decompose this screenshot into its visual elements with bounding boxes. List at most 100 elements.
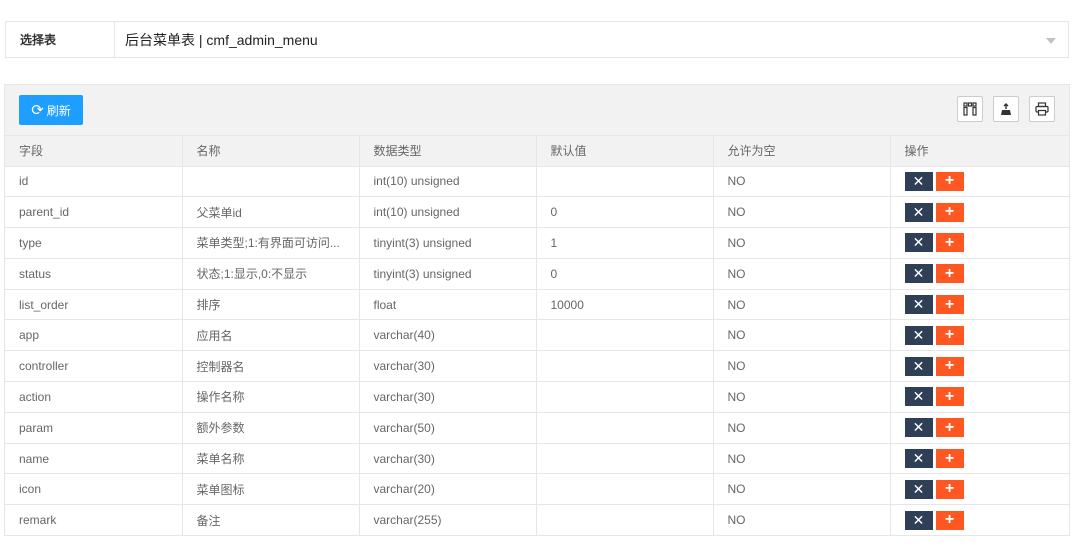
columns-icon[interactable] [957,96,983,122]
cell-data-type: int(10) unsigned [359,166,537,198]
cell-actions: ✕ + [890,504,1070,535]
table-row[interactable]: list_order 排序 float 10000 NO ✕ + [5,289,1070,321]
table-row[interactable]: id int(10) unsigned NO ✕ + [5,166,1070,198]
table-body: id int(10) unsigned NO ✕ + parent_id 父菜单id int(… [5,166,1070,535]
cell-name: 状态;1:显示,0:不显示 [182,258,360,290]
cell-name: 备注 [182,504,360,535]
table-row[interactable]: param 额外参数 varchar(50) NO ✕ + [5,412,1070,444]
delete-field-button[interactable]: ✕ [904,295,933,315]
delete-field-button[interactable]: ✕ [904,418,933,438]
add-field-button[interactable]: + [935,449,964,469]
row-actions: ✕ + [904,418,1070,438]
cell-actions: ✕ + [890,350,1070,383]
cell-default [536,412,714,444]
add-field-button[interactable]: + [935,202,964,222]
delete-field-button[interactable]: ✕ [904,171,933,191]
cell-name: 菜单类型;1:有界面可访问... [182,227,360,259]
delete-field-button[interactable]: ✕ [904,449,933,469]
add-field-button[interactable]: + [935,510,964,530]
export-icon[interactable] [993,96,1019,122]
cell-name: 控制器名 [182,350,360,383]
cell-name: 父菜单id [182,196,360,229]
field-table-panel: ⟳ 刷新 字段 名称 数据类型 默认值 允许为空 操作 id int(10) u… [4,84,1070,536]
cell-field: id [5,166,183,198]
row-actions: ✕ + [904,171,1070,191]
delete-field-button[interactable]: ✕ [904,510,933,530]
cell-default [536,350,714,383]
field-table: 字段 名称 数据类型 默认值 允许为空 操作 id int(10) unsigne… [5,136,1070,535]
cell-field: parent_id [5,196,183,229]
delete-field-button[interactable]: ✕ [904,325,933,345]
table-row[interactable]: parent_id 父菜单id int(10) unsigned 0 NO ✕ + [5,196,1070,229]
cell-nullable: NO [713,412,891,444]
add-field-button[interactable]: + [935,418,964,438]
row-actions: ✕ + [904,510,1070,530]
cell-data-type: tinyint(3) unsigned [359,227,537,259]
refresh-icon: ⟳ [31,101,44,119]
add-field-button[interactable]: + [935,387,964,407]
header-data-type[interactable]: 数据类型 [359,136,537,167]
header-name[interactable]: 名称 [182,136,360,167]
cell-field: remark [5,504,183,535]
table-selector-row: 选择表 后台菜单表 | cmf_admin_menu [5,21,1069,58]
add-field-button[interactable]: + [935,356,964,376]
table-row[interactable]: type 菜单类型;1:有界面可访问... tinyint(3) unsigned 1… [5,227,1069,259]
row-actions: ✕ + [904,387,1070,407]
table-row[interactable]: remark 备注 varchar(255) NO ✕ + [5,504,1070,535]
header-nullable[interactable]: 允许为空 [713,136,891,167]
cell-data-type: varchar(30) [359,381,537,413]
table-row[interactable]: controller 控制器名 varchar(30) NO ✕ + [5,350,1070,383]
cell-default [536,319,714,352]
cell-data-type: varchar(30) [359,443,537,475]
add-field-button[interactable]: + [935,295,964,315]
row-actions: ✕ + [904,264,1070,284]
row-actions: ✕ + [904,202,1070,222]
table-selector-label: 选择表 [20,33,57,47]
cell-nullable: NO [713,504,891,535]
cell-actions: ✕ + [890,258,1070,290]
print-icon[interactable] [1029,96,1055,122]
header-default-value[interactable]: 默认值 [536,136,714,167]
header-field[interactable]: 字段 [5,136,183,167]
row-actions: ✕ + [904,356,1070,376]
row-actions: ✕ + [904,295,1070,315]
delete-field-button[interactable]: ✕ [904,264,933,284]
cell-default [536,443,714,475]
cell-data-type: varchar(50) [359,412,537,444]
table-header-row: 字段 名称 数据类型 默认值 允许为空 操作 [5,136,1069,167]
cell-nullable: NO [713,443,891,475]
table-row[interactable]: name 菜单名称 varchar(30) NO ✕ + [5,443,1069,475]
add-field-button[interactable]: + [935,233,964,253]
add-field-button[interactable]: + [935,479,964,499]
table-row[interactable]: app 应用名 varchar(40) NO ✕ + [5,319,1070,352]
cell-name: 操作名称 [182,381,360,413]
row-actions: ✕ + [904,325,1070,345]
delete-field-button[interactable]: ✕ [904,202,933,222]
cell-nullable: NO [713,196,891,229]
add-field-button[interactable]: + [935,325,964,345]
cell-default: 10000 [536,289,714,321]
cell-name: 应用名 [182,319,360,352]
table-select-dropdown[interactable]: 后台菜单表 | cmf_admin_menu [114,22,1068,57]
table-row[interactable]: status 状态;1:显示,0:不显示 tinyint(3) unsigned 0 N… [5,258,1070,290]
cell-data-type: varchar(40) [359,319,537,352]
chevron-down-icon[interactable] [1046,38,1056,44]
table-row[interactable]: icon 菜单图标 varchar(20) NO ✕ + [5,473,1069,506]
delete-field-button[interactable]: ✕ [904,479,933,499]
add-field-button[interactable]: + [935,171,964,191]
cell-nullable: NO [713,473,891,506]
cell-actions: ✕ + [890,412,1070,444]
delete-field-button[interactable]: ✕ [904,387,933,407]
table-row[interactable]: action 操作名称 varchar(30) NO ✕ + [5,381,1070,413]
cell-name [182,166,360,198]
delete-field-button[interactable]: ✕ [904,233,933,253]
cell-actions: ✕ + [890,166,1070,198]
refresh-button[interactable]: ⟳ 刷新 [19,95,83,125]
add-field-button[interactable]: + [935,264,964,284]
cell-nullable: NO [713,166,891,198]
cell-name: 菜单名称 [182,443,360,475]
delete-field-button[interactable]: ✕ [904,356,933,376]
cell-nullable: NO [713,258,891,290]
cell-field: name [5,443,183,475]
cell-default: 0 [536,258,714,290]
